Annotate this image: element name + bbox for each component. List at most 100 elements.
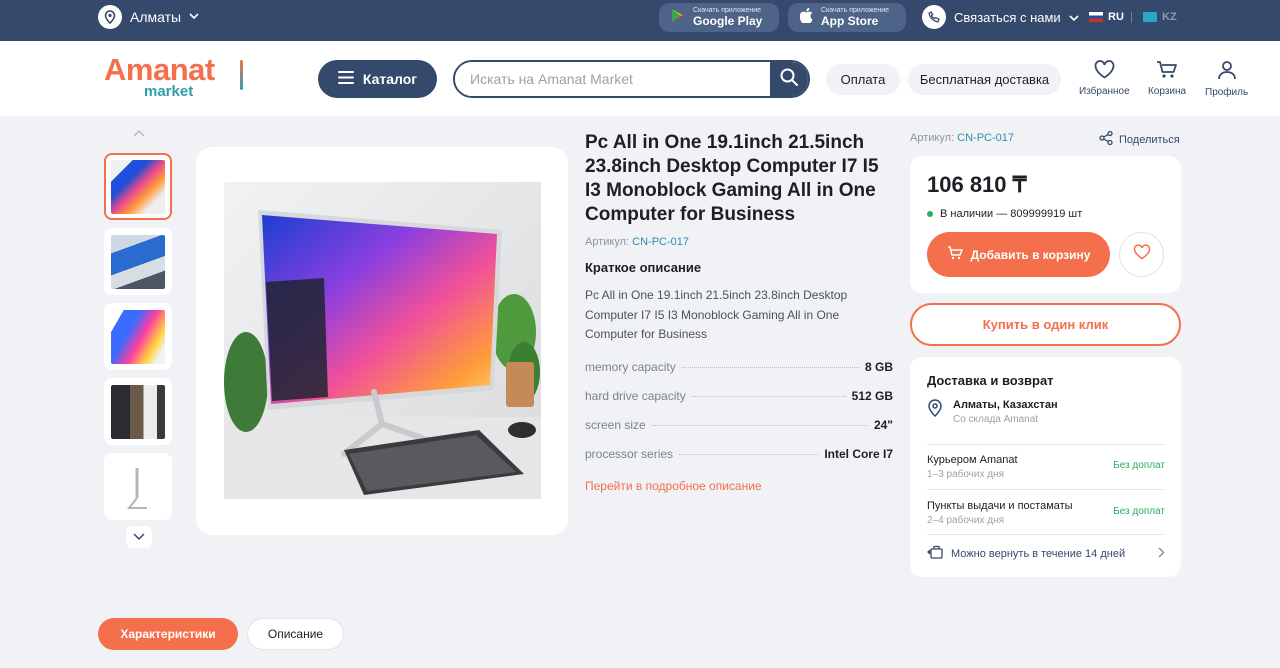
sku-label: Артикул:	[910, 132, 955, 144]
thumbnails-up-button[interactable]	[126, 122, 152, 144]
lang-ru-label: RU	[1108, 11, 1124, 23]
city-selector[interactable]: Алматы	[98, 5, 199, 29]
sku-label: Артикул:	[585, 236, 630, 248]
cart-label: Корзина	[1148, 86, 1187, 97]
thumbnail-image	[111, 384, 165, 439]
russia-flag-icon	[1089, 12, 1103, 22]
thumbnail-image	[111, 459, 165, 514]
cart-icon	[947, 246, 963, 263]
thumbnail-5[interactable]	[104, 453, 172, 520]
thumbnail-image	[111, 309, 165, 364]
spec-dots	[681, 367, 859, 368]
thumbnail-2[interactable]	[104, 228, 172, 295]
lang-ru[interactable]: RU	[1089, 11, 1124, 23]
cart-icon	[1156, 60, 1178, 82]
return-box-icon	[927, 545, 943, 562]
product-image-card	[196, 147, 568, 535]
product-title: Pc All in One 19.1inch 21.5inch 23.8inch…	[585, 132, 879, 225]
delivery-warehouse: Со склада Amanat	[953, 414, 1039, 425]
heart-icon	[1094, 60, 1115, 82]
spec-key: memory capacity	[585, 360, 676, 374]
search-button[interactable]	[770, 62, 808, 96]
profile-label: Профиль	[1205, 87, 1249, 98]
favorites-link[interactable]: Избранное	[1079, 60, 1130, 97]
divider	[927, 489, 1165, 490]
catalog-button[interactable]: Каталог	[318, 60, 437, 98]
delivery-city: Алматы, Казахстан	[953, 399, 1058, 411]
delivery-heading: Доставка и возврат	[927, 373, 1054, 388]
price-card: 106 810 ₸ В наличии — 809999919 шт Добав…	[910, 156, 1181, 293]
kazakhstan-flag-icon	[1143, 12, 1157, 22]
contact-label: Связаться с нами	[954, 9, 1061, 25]
city-label: Алматы	[130, 9, 182, 25]
google-play-button[interactable]: Скачать приложение Google Play	[659, 3, 779, 32]
payment-link[interactable]: Оплата	[826, 64, 900, 95]
short-description-text: Pc All in One 19.1inch 21.5inch 23.8inch…	[585, 288, 848, 341]
delivery-option: Пункты выдачи и постаматы 2–4 рабочих дн…	[927, 500, 1165, 526]
thumbnail-1[interactable]	[104, 153, 172, 220]
cart-link[interactable]: Корзина	[1148, 60, 1186, 97]
thumbnail-3[interactable]	[104, 303, 172, 370]
product-price: 106 810 ₸	[927, 172, 1027, 197]
sku-value[interactable]: CN-PC-017	[632, 236, 689, 248]
google-play-icon	[671, 8, 685, 28]
thumbnail-image	[111, 234, 165, 289]
full-description-link[interactable]: Перейти в подробное описание	[585, 479, 762, 493]
stock-status: В наличии — 809999919 шт	[927, 208, 1082, 220]
spec-key: hard drive capacity	[585, 389, 686, 403]
search-input[interactable]	[455, 62, 770, 96]
delivery-option-fee: Без доплат	[1113, 506, 1165, 517]
search-icon	[780, 68, 798, 91]
divider	[927, 444, 1165, 445]
menu-icon	[337, 71, 354, 87]
product-sku: Артикул: CN-PC-017	[585, 236, 689, 248]
product-main-image[interactable]	[224, 182, 541, 499]
tab-specifications[interactable]: Характеристики	[98, 618, 238, 650]
buy-one-click-button[interactable]: Купить в один клик	[910, 303, 1181, 346]
add-to-favorites-button[interactable]	[1119, 232, 1164, 277]
divider	[927, 534, 1165, 535]
app-store-label: App Store	[821, 14, 879, 28]
thumbnail-image	[111, 159, 165, 214]
spec-key: processor series	[585, 447, 674, 461]
delivery-location[interactable]: Алматы, Казахстан Со склада Amanat	[927, 399, 1058, 425]
product-sku-top: Артикул: CN-PC-017	[910, 132, 1014, 144]
search-bar	[453, 60, 810, 98]
thumbnail-4[interactable]	[104, 378, 172, 445]
app-store-button[interactable]: Скачать приложение App Store	[788, 3, 906, 32]
spec-row: hard drive capacity 512 GB	[585, 389, 893, 409]
logo-sub: market	[144, 83, 194, 100]
location-pin-icon	[927, 399, 943, 425]
return-label: Можно вернуть в течение 14 дней	[951, 547, 1126, 560]
favorites-label: Избранное	[1079, 86, 1130, 97]
share-button[interactable]: Поделиться	[1099, 130, 1180, 148]
spec-dots	[691, 396, 846, 397]
free-delivery-link[interactable]: Бесплатная доставка	[908, 64, 1061, 95]
profile-link[interactable]: Профиль	[1205, 60, 1248, 98]
google-play-label: Google Play	[693, 14, 763, 28]
spec-value: 8 GB	[864, 360, 893, 374]
lang-kz-label: KZ	[1162, 11, 1177, 23]
short-description-heading: Краткое описание	[585, 260, 702, 275]
add-to-cart-label: Добавить в корзину	[970, 247, 1091, 262]
thumbnails-down-button[interactable]	[126, 526, 152, 548]
contact-dropdown[interactable]: Связаться с нами	[922, 5, 1079, 29]
add-to-cart-button[interactable]: Добавить в корзину	[927, 232, 1110, 277]
lang-kz[interactable]: KZ	[1143, 11, 1177, 23]
in-stock-dot-icon	[927, 211, 933, 217]
spec-dots	[679, 454, 819, 455]
share-label: Поделиться	[1119, 133, 1180, 146]
top-bar: Алматы Скачать приложение Google Play Ск…	[0, 0, 1280, 41]
sku-value[interactable]: CN-PC-017	[957, 132, 1014, 144]
delivery-card: Доставка и возврат Алматы, Казахстан Со …	[910, 357, 1181, 577]
logo-feather-icon	[240, 60, 243, 90]
delivery-option-fee: Без доплат	[1113, 460, 1165, 471]
spec-row: screen size 24"	[585, 418, 893, 438]
share-icon	[1099, 130, 1113, 148]
heart-icon	[1133, 244, 1151, 265]
amanat-logo[interactable]: Amanat market	[104, 54, 215, 100]
tab-description[interactable]: Описание	[247, 618, 344, 650]
catalog-label: Каталог	[362, 71, 418, 87]
return-policy-link[interactable]: Можно вернуть в течение 14 дней	[927, 545, 1165, 562]
lang-divider	[1131, 12, 1132, 23]
